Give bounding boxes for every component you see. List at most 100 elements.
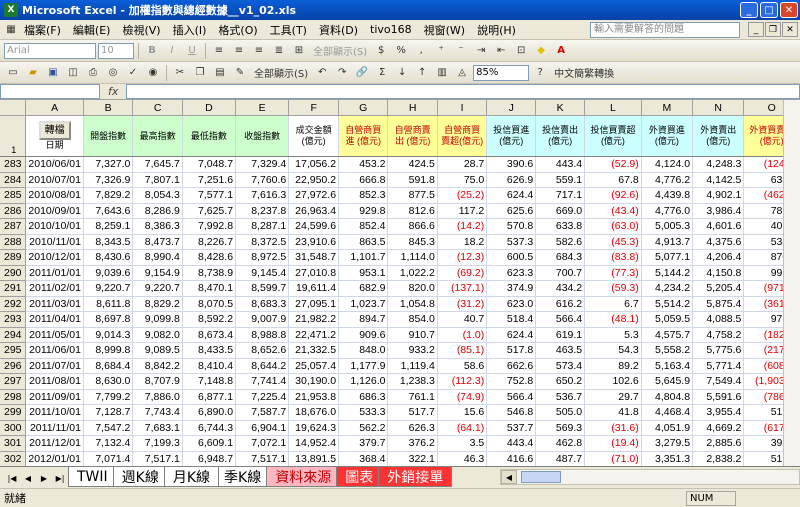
doc-restore-button[interactable]: ❐: [765, 22, 781, 37]
column-title-cell[interactable]: 轉檔 日期: [25, 115, 84, 157]
cell[interactable]: (83.8): [584, 249, 642, 266]
select-all-corner[interactable]: [0, 100, 27, 116]
cell[interactable]: 7,251.6: [182, 172, 237, 188]
help-search-input[interactable]: 輸入需要解答的問題: [590, 22, 740, 38]
close-button[interactable]: ✕: [780, 2, 798, 18]
increase-decimal-icon[interactable]: ⁺: [432, 42, 450, 60]
cell[interactable]: 14,952.4: [288, 435, 340, 452]
name-box[interactable]: [0, 84, 100, 99]
cell[interactable]: (112.3): [437, 373, 488, 390]
maximize-button[interactable]: □: [760, 2, 778, 18]
cell[interactable]: 2010/06/01: [25, 156, 84, 173]
cell[interactable]: 24,599.6: [288, 218, 340, 235]
row-header[interactable]: 286: [0, 203, 27, 219]
cell[interactable]: 566.4: [486, 389, 537, 405]
row-header[interactable]: 1: [0, 115, 27, 157]
cell[interactable]: 537.7: [486, 420, 537, 436]
cell[interactable]: 8,842.2: [132, 358, 183, 374]
font-color-icon[interactable]: A: [552, 42, 570, 60]
column-title-cell[interactable]: 自營商賣出 (億元): [387, 115, 438, 157]
cell[interactable]: 7,616.3: [235, 187, 290, 204]
menu-item[interactable]: 工具(T): [264, 22, 313, 38]
cell[interactable]: 9,082.0: [132, 327, 183, 343]
cell[interactable]: 5,205.4: [692, 280, 745, 297]
sheet-tab[interactable]: 週K線: [112, 467, 168, 487]
cell[interactable]: 7,992.8: [182, 218, 237, 235]
chart-wizard-icon[interactable]: ▥: [433, 64, 451, 82]
cell[interactable]: 8,630.0: [83, 373, 134, 390]
cell[interactable]: 559.1: [535, 172, 586, 188]
cell[interactable]: 379.7: [338, 435, 389, 452]
percent-icon[interactable]: %: [392, 42, 410, 60]
row-header[interactable]: 296: [0, 358, 27, 374]
cell[interactable]: 40.7: [437, 311, 488, 328]
column-header[interactable]: N: [692, 100, 745, 116]
cell[interactable]: 8,386.3: [132, 218, 183, 235]
cell[interactable]: (14.2): [437, 218, 488, 235]
row-header[interactable]: 287: [0, 218, 27, 235]
cell[interactable]: 845.3: [387, 234, 438, 250]
cell[interactable]: 75.0: [437, 172, 488, 188]
column-header[interactable]: K: [535, 100, 586, 116]
minimize-button[interactable]: _: [740, 2, 758, 18]
scroll-thumb[interactable]: [521, 471, 561, 483]
cell[interactable]: 537.3: [486, 234, 537, 250]
cell[interactable]: 5,514.2: [641, 296, 694, 312]
menu-item[interactable]: 資料(D): [313, 22, 364, 38]
cell[interactable]: 6,890.0: [182, 404, 237, 421]
cell[interactable]: 650.2: [535, 373, 586, 390]
cell[interactable]: 7,577.1: [182, 187, 237, 204]
cell[interactable]: 8,988.8: [235, 327, 290, 343]
row-header[interactable]: 292: [0, 296, 27, 312]
cell[interactable]: 8,652.6: [235, 342, 290, 359]
sheet-tab[interactable]: 資料來源: [266, 467, 341, 487]
column-title-cell[interactable]: 投信賣出 (億元): [535, 115, 586, 157]
menu-item[interactable]: 視窗(W): [418, 22, 471, 38]
cell[interactable]: 434.2: [535, 280, 586, 297]
cell[interactable]: 1,177.9: [338, 358, 389, 374]
sheet-tab[interactable]: 月K線: [163, 467, 220, 487]
cell[interactable]: 5,163.4: [641, 358, 694, 374]
cell[interactable]: 686.3: [338, 389, 389, 405]
cell[interactable]: 8,433.5: [182, 342, 237, 359]
cell[interactable]: 666.8: [338, 172, 389, 188]
cell[interactable]: 8,592.2: [182, 311, 237, 328]
cell[interactable]: 717.1: [535, 187, 586, 204]
cell[interactable]: 2011/03/01: [25, 296, 84, 312]
cell[interactable]: 2011/07/01: [25, 358, 84, 374]
column-title-cell[interactable]: 外資賣出 (億元): [692, 115, 745, 157]
cell[interactable]: (59.3): [584, 280, 642, 297]
cell[interactable]: 6,744.3: [182, 420, 237, 436]
cell[interactable]: 2011/11/01: [25, 420, 84, 436]
cell[interactable]: 54.3: [584, 342, 642, 359]
font-size-select[interactable]: 10: [98, 42, 134, 59]
menu-item[interactable]: 編輯(E): [67, 22, 117, 38]
cell[interactable]: 2011/08/01: [25, 373, 84, 390]
spelling-icon[interactable]: ✓: [124, 64, 142, 82]
cell[interactable]: 22,950.2: [288, 172, 340, 188]
cell[interactable]: 4,575.7: [641, 327, 694, 343]
cell[interactable]: 7,048.7: [182, 156, 237, 173]
row-header[interactable]: 283: [0, 156, 27, 173]
cell[interactable]: 1,119.4: [387, 358, 438, 374]
cell[interactable]: 5,771.4: [692, 358, 745, 374]
cell[interactable]: 2011/12/01: [25, 435, 84, 452]
cell[interactable]: 4,248.3: [692, 156, 745, 173]
column-header[interactable]: E: [235, 100, 290, 116]
cell[interactable]: 7,829.2: [83, 187, 134, 204]
column-header[interactable]: G: [338, 100, 389, 116]
cell[interactable]: 23,910.6: [288, 234, 340, 250]
cell[interactable]: 4,234.2: [641, 280, 694, 297]
cell[interactable]: 8,707.9: [132, 373, 183, 390]
cell[interactable]: 1,126.0: [338, 373, 389, 390]
cell[interactable]: 624.4: [486, 187, 537, 204]
horizontal-scrollbar[interactable]: ◀: [500, 469, 800, 485]
cell[interactable]: 25,057.4: [288, 358, 340, 374]
comma-icon[interactable]: ,: [412, 42, 430, 60]
cell[interactable]: 7,517.1: [132, 451, 183, 466]
cell[interactable]: 21,953.8: [288, 389, 340, 405]
cell[interactable]: 19,611.4: [288, 280, 340, 297]
cell[interactable]: 8,343.5: [83, 234, 134, 250]
research-icon[interactable]: ◉: [144, 64, 162, 82]
cell[interactable]: 633.8: [535, 218, 586, 235]
